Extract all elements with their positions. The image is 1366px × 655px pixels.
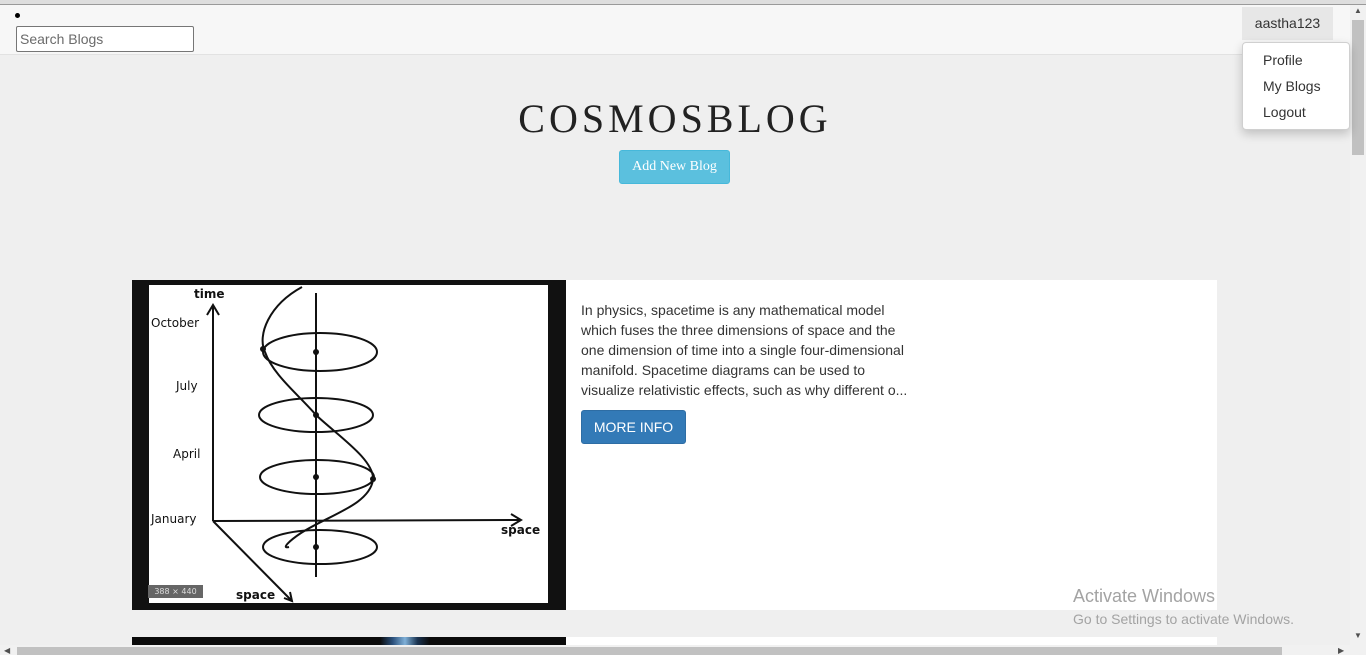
blog-description: In physics, spacetime is any mathematica… — [581, 302, 908, 398]
dropdown-item-profile[interactable]: Profile — [1263, 52, 1303, 68]
more-info-button[interactable]: MORE INFO — [581, 410, 686, 444]
month-label-april: April — [173, 447, 200, 461]
month-label-july: July — [175, 379, 198, 393]
month-label-october: October — [151, 316, 199, 330]
spacetime-diagram-graphic: time October July April January space sp… — [150, 286, 540, 603]
month-label-january: January — [150, 512, 197, 526]
navbar: aastha123 — [0, 5, 1350, 55]
page-title: COSMOSBLOG — [518, 96, 832, 141]
blog-image[interactable]: time October July April January space sp… — [132, 280, 566, 610]
axis-label-time: time — [194, 287, 225, 301]
axis-label-space-bottom: space — [236, 588, 275, 602]
scroll-up-arrow-icon[interactable]: ▲ — [1354, 7, 1362, 15]
search-input[interactable] — [16, 26, 194, 52]
image-size-badge: 388 × 440 — [148, 585, 203, 598]
user-dropdown-menu: Profile My Blogs Logout — [1242, 42, 1350, 130]
add-new-blog-button[interactable]: Add New Blog — [619, 150, 730, 184]
scroll-down-arrow-icon[interactable]: ▼ — [1354, 632, 1362, 640]
axis-label-space-right: space — [501, 523, 540, 537]
activate-windows-title: Activate Windows — [1073, 586, 1216, 606]
scroll-left-arrow-icon[interactable]: ◀ — [4, 647, 10, 655]
dropdown-item-logout[interactable]: Logout — [1263, 104, 1306, 120]
dropdown-item-my-blogs[interactable]: My Blogs — [1263, 78, 1321, 94]
vertical-scrollbar-thumb[interactable] — [1352, 20, 1364, 155]
blog-card: time October July April January space sp… — [132, 280, 1217, 610]
spacetime-diagram: time October July April January space sp… — [149, 285, 548, 603]
horizontal-scrollbar-thumb[interactable] — [17, 647, 1282, 655]
user-menu-button[interactable]: aastha123 — [1242, 7, 1333, 40]
list-bullet — [15, 13, 20, 18]
activate-windows-subtitle: Go to Settings to activate Windows. — [1073, 611, 1294, 627]
scroll-right-arrow-icon[interactable]: ▶ — [1338, 647, 1344, 655]
